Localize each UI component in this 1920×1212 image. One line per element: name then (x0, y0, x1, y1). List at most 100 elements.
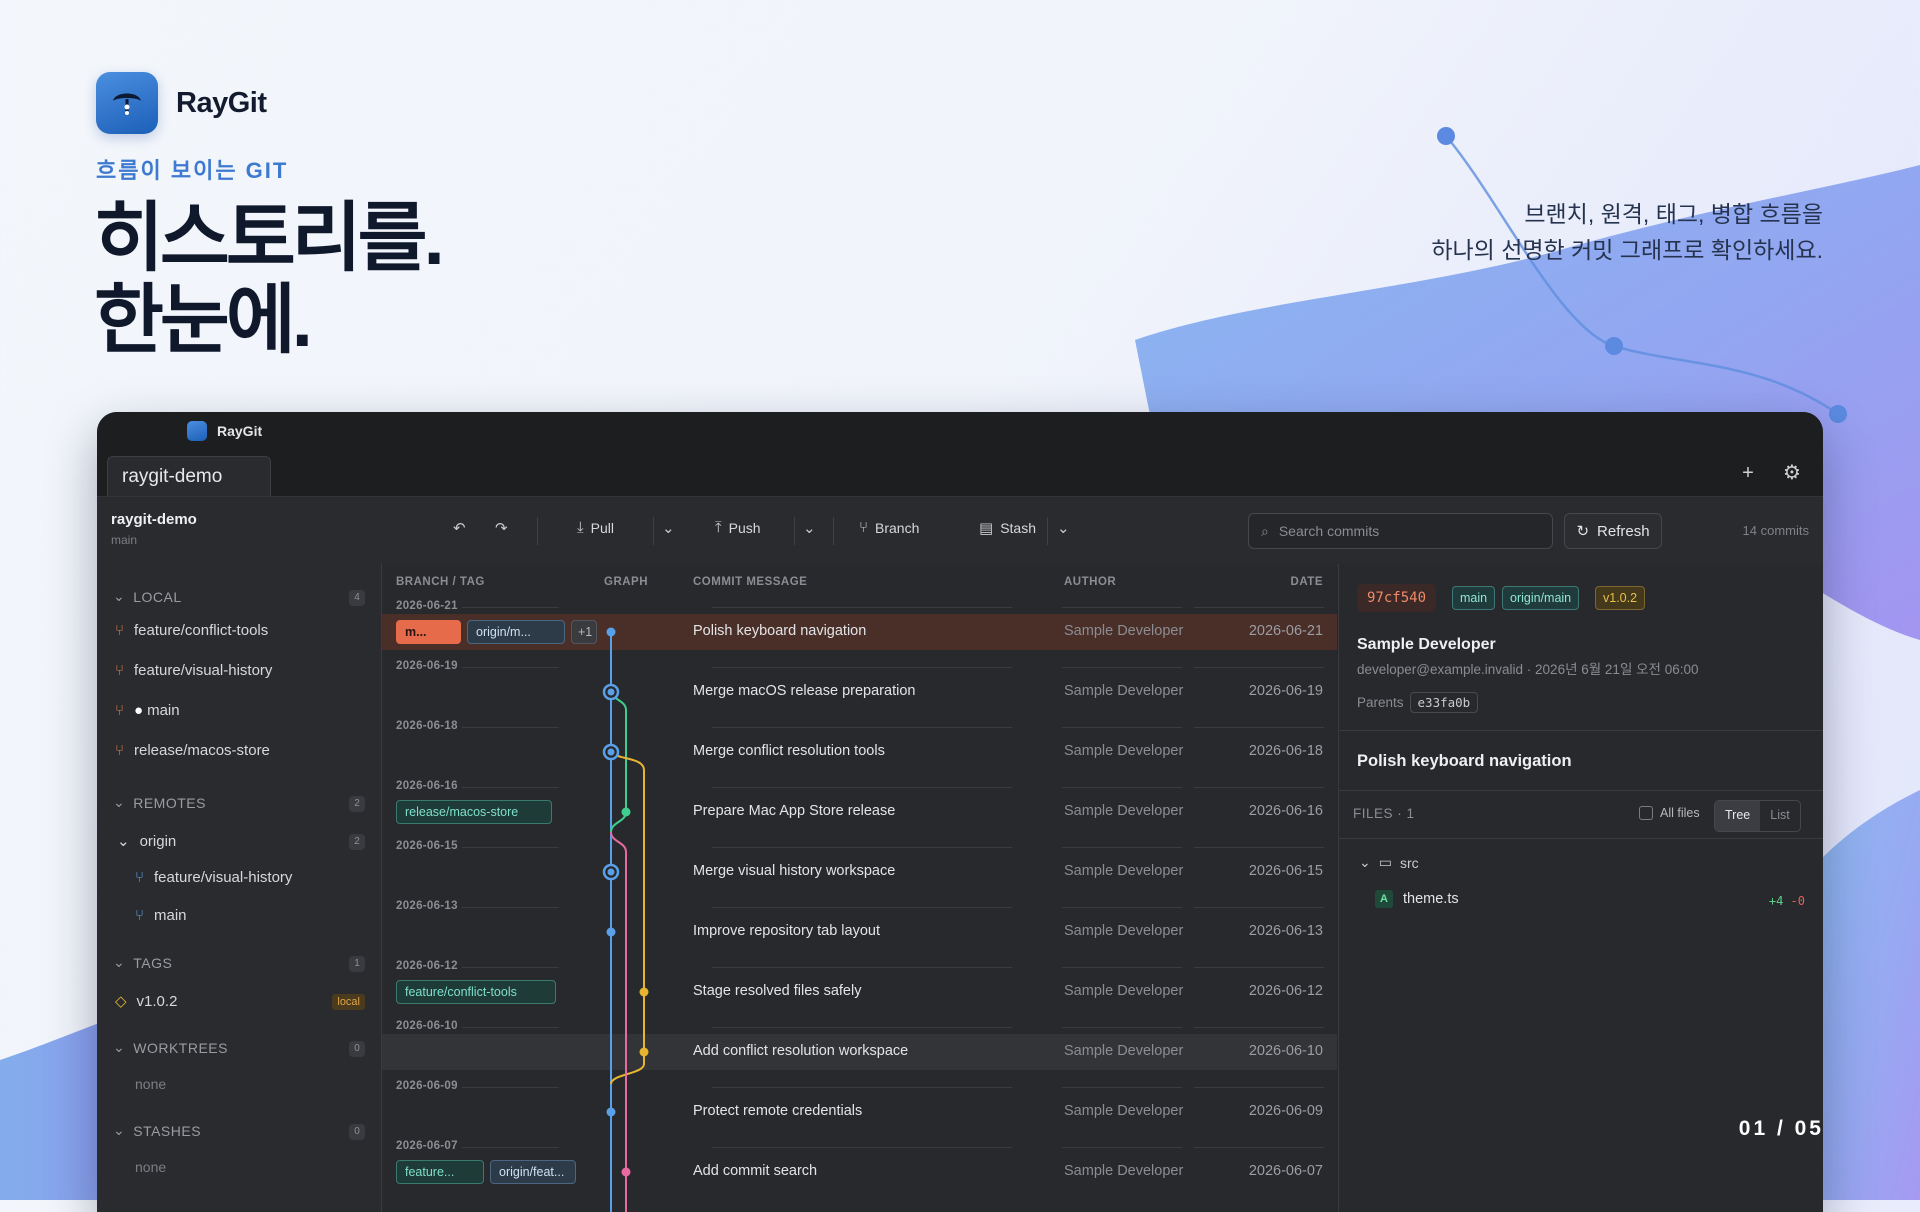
remote-branch-feature-visual-history[interactable]: ⑂ feature/visual-history (135, 869, 292, 886)
branch-button[interactable]: ⑂ Branch (859, 519, 919, 536)
ref-pill-main: main (1452, 586, 1496, 610)
chevron-down-icon: ⌄ (113, 794, 126, 810)
chevron-down-icon: ⌄ (113, 1039, 126, 1055)
commit-node[interactable] (606, 927, 616, 937)
refresh-button[interactable]: ↻ Refresh (1564, 513, 1662, 549)
redo-icon[interactable]: ↷ (495, 519, 508, 537)
app-window: RayGit raygit-demo + ⚙ raygit-demo main … (97, 412, 1823, 1212)
hero-eyebrow: 흐름이 보이는 GIT (96, 158, 289, 183)
tag-local-badge: local (332, 994, 365, 1010)
push-icon: ⤒ (715, 519, 722, 536)
toolbar-divider (833, 517, 834, 545)
section-stashes[interactable]: ⌄ STASHES (113, 1122, 201, 1139)
brand-logo: RayGit (96, 72, 267, 134)
sidebar-item-feature-conflict-tools[interactable]: ⑂ feature/conflict-tools (115, 622, 268, 639)
stash-button[interactable]: ▤ Stash (979, 519, 1036, 537)
remote-branch-icon: ⑂ (135, 869, 145, 886)
tags-count: 1 (349, 956, 365, 972)
tab-bar: raygit-demo + ⚙ (97, 450, 1823, 497)
sidebar: ⌄ LOCAL 4 ⑂ feature/conflict-tools ⑂ featur… (97, 564, 382, 1212)
add-tab-icon[interactable]: + (1735, 460, 1761, 486)
all-files-checkbox[interactable]: All files (1639, 806, 1700, 820)
sidebar-item-release-macos-store[interactable]: ⑂ release/macos-store (115, 742, 270, 759)
view-tree-button[interactable]: Tree (1715, 801, 1761, 831)
commit-hash[interactable]: 97cf540 (1357, 584, 1437, 612)
commit-graph-nodes (602, 627, 649, 1177)
repo-tab[interactable]: raygit-demo (107, 456, 271, 496)
push-button[interactable]: ⤒ Push (715, 519, 761, 536)
commit-parents: Parents e33fa0b (1357, 692, 1479, 713)
remote-branch-main[interactable]: ⑂ main (135, 907, 187, 924)
commit-node[interactable] (606, 627, 616, 637)
commit-node[interactable] (639, 987, 649, 997)
view-list-button[interactable]: List (1760, 801, 1799, 831)
tag-icon: ◇ (115, 993, 127, 1010)
hero-headline: 히스토리를. 한눈에. (94, 196, 445, 363)
toolbar-divider (1047, 517, 1048, 545)
remotes-count: 2 (349, 796, 365, 812)
chevron-down-icon: ⌄ (113, 1122, 126, 1138)
search-icon: ⌕ (1261, 522, 1269, 539)
file-theme-ts[interactable]: Atheme.ts (1375, 890, 1459, 908)
section-remotes[interactable]: ⌄ REMOTES (113, 794, 206, 811)
divider (1339, 730, 1823, 731)
remote-branch-icon: ⑂ (135, 907, 145, 924)
commit-node[interactable] (621, 1167, 631, 1177)
sidebar-item-main[interactable]: ⑂ ● main (115, 702, 180, 719)
branch-icon: ⑂ (859, 519, 869, 536)
files-header: FILES · 1 (1353, 806, 1415, 821)
pull-icon: ⤓ (577, 519, 584, 536)
section-tags[interactable]: ⌄ TAGS (113, 954, 172, 971)
pull-options-chevron-icon[interactable]: ⌄ (662, 519, 675, 537)
branch-icon: ⑂ (115, 662, 125, 679)
merge-commit-node-center (607, 688, 615, 696)
ref-pill-origin-main: origin/main (1502, 586, 1580, 610)
folder-src[interactable]: ⌄ ▭ src (1359, 854, 1419, 871)
brand-name: RayGit (176, 86, 267, 119)
commit-node[interactable] (621, 807, 631, 817)
undo-icon[interactable]: ↶ (453, 519, 466, 537)
ref-pill-tag: v1.0.2 (1595, 586, 1646, 610)
commit-node[interactable] (639, 1047, 649, 1057)
parent-hash[interactable]: e33fa0b (1409, 692, 1479, 713)
toolbar-divider (794, 517, 795, 545)
pull-button[interactable]: ⤓ Pull (577, 519, 614, 536)
stash-options-chevron-icon[interactable]: ⌄ (1057, 519, 1070, 537)
window-title: RayGit (217, 423, 263, 439)
chevron-down-icon: ⌄ (1359, 854, 1371, 870)
push-options-chevron-icon[interactable]: ⌄ (803, 519, 816, 537)
search-input[interactable]: ⌕ Search commits (1248, 513, 1553, 549)
branch-icon: ⑂ (115, 742, 125, 759)
repo-current-branch: main (111, 533, 138, 547)
raygit-app-icon (96, 72, 158, 134)
folder-icon: ▭ (1378, 854, 1392, 870)
section-local[interactable]: ⌄ LOCAL (113, 588, 182, 605)
commit-author: Sample Developer (1357, 636, 1496, 653)
settings-gear-icon[interactable]: ⚙ (1779, 460, 1805, 486)
sidebar-item-feature-visual-history[interactable]: ⑂ feature/visual-history (115, 662, 272, 679)
chevron-down-icon: ⌄ (113, 588, 126, 604)
remote-origin[interactable]: ⌄ origin (117, 832, 176, 851)
stashes-empty: none (135, 1159, 167, 1175)
toolbar: raygit-demo main ↶ ↷ ⤓ Pull ⌄ ⤒ Push ⌄ ⑂ Br… (97, 497, 1823, 566)
chevron-down-icon: ⌄ (113, 954, 126, 970)
headline-line-1: 히스토리를. (94, 196, 445, 281)
title-bar: RayGit (97, 412, 1823, 450)
current-branch-dot-icon: ● (134, 702, 144, 719)
commit-meta: developer@example.invalid · 2026년 6월 21일… (1357, 662, 1699, 677)
tag-v1-0-2[interactable]: ◇ v1.0.2 (115, 992, 177, 1011)
section-worktrees[interactable]: ⌄ WORKTREES (113, 1039, 228, 1056)
slide-pager: 01 / 05 (1738, 1117, 1824, 1140)
checkbox-icon (1639, 806, 1653, 820)
commit-node[interactable] (606, 1107, 616, 1117)
app-mini-icon (187, 421, 207, 441)
tab-actions: + ⚙ (1735, 460, 1805, 486)
merge-commit-node-center (607, 868, 615, 876)
branch-icon: ⑂ (115, 622, 125, 639)
stash-icon: ▤ (979, 520, 994, 537)
commit-count: 14 commits (1742, 523, 1809, 538)
refresh-icon: ↻ (1576, 523, 1590, 540)
worktrees-count: 0 (349, 1041, 365, 1057)
headline-line-2: 한눈에. (94, 278, 313, 363)
divider (1339, 790, 1823, 791)
